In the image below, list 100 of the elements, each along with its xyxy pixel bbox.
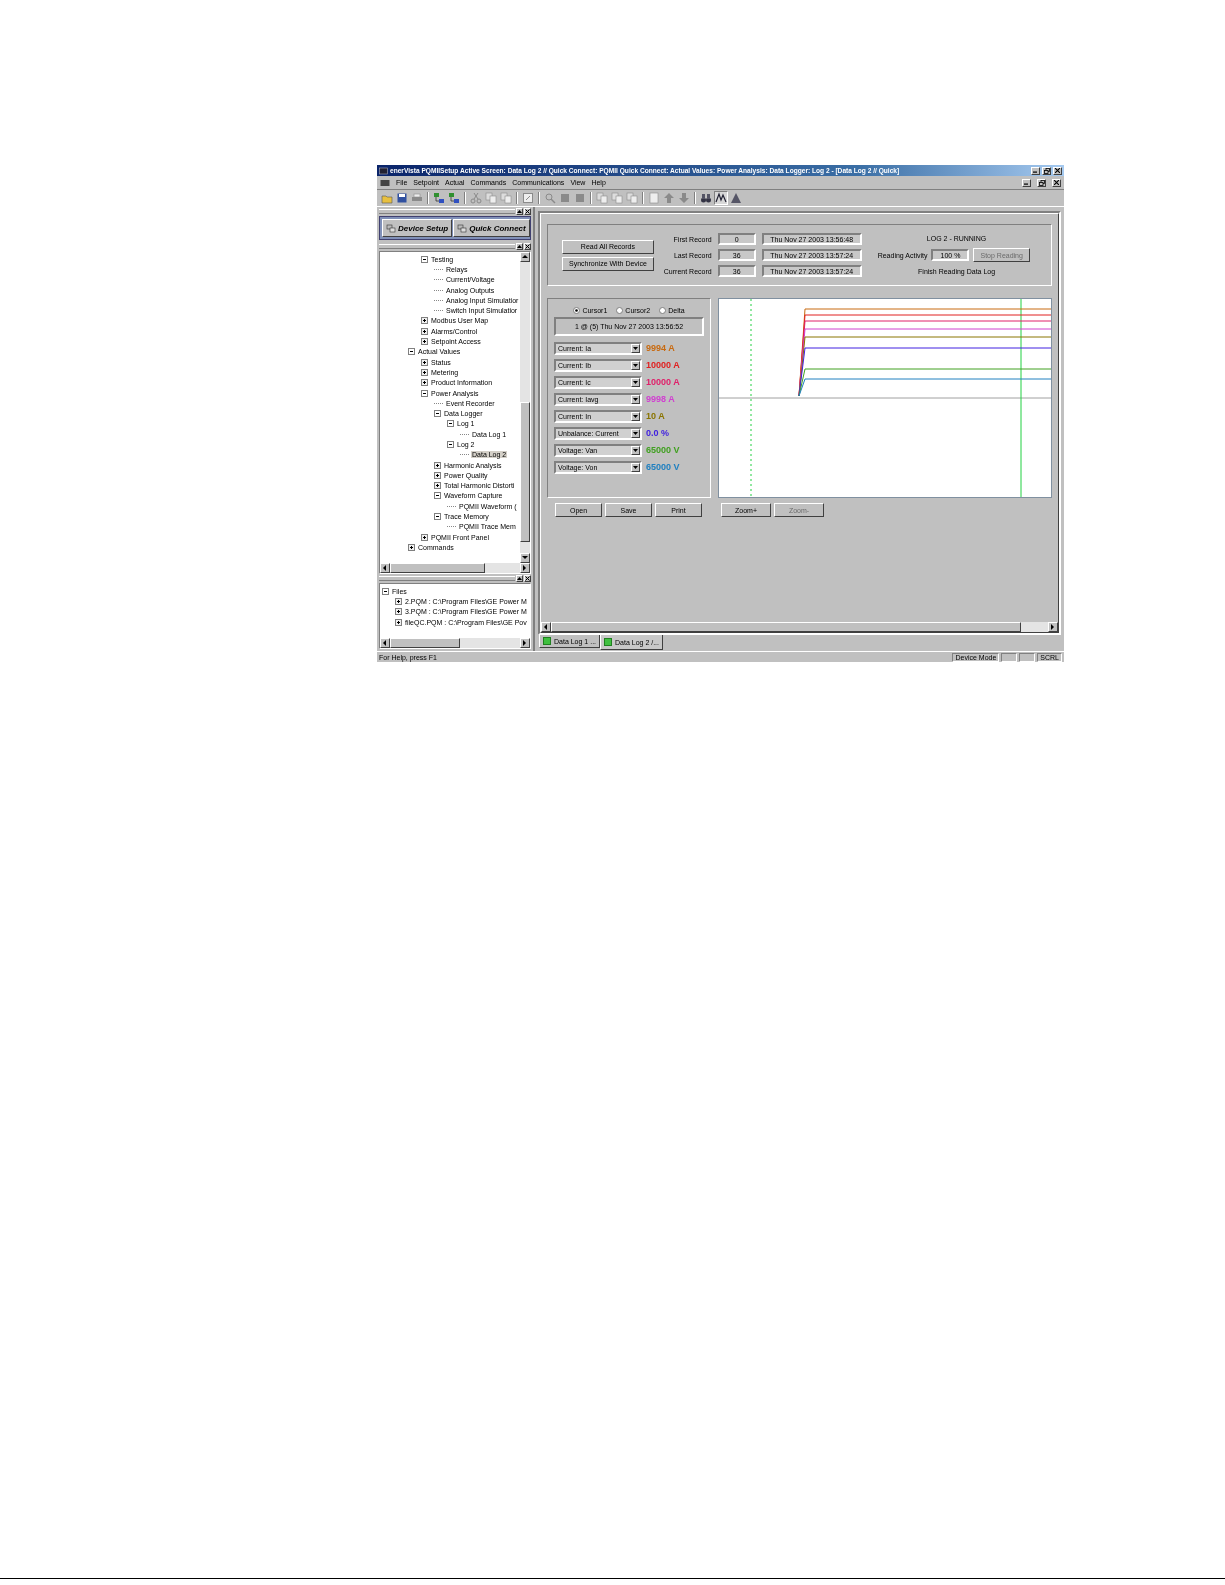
arrow-icon [521,253,529,261]
radio-icon[interactable] [616,307,624,314]
tree-toggle-icon[interactable] [408,543,415,551]
scroll-button[interactable] [1048,622,1058,632]
tree-toggle-icon[interactable] [447,420,454,428]
document-icon [543,637,551,645]
down-arrow-icon [678,192,690,204]
pages-icon [626,192,638,204]
arrow-icon [381,564,389,572]
scroll-button[interactable] [520,563,530,573]
horizontal-scrollbar[interactable] [380,638,530,648]
toolbar-button[interactable] [395,191,409,205]
close-icon [1055,168,1060,173]
tree-toggle-icon[interactable] [421,327,428,335]
arrow-icon [381,639,389,647]
horizontal-scrollbar[interactable] [380,563,530,573]
close-button[interactable] [524,208,531,215]
square-icon [574,192,586,204]
tree-toggle-icon[interactable] [447,441,454,448]
close-icon [525,576,530,581]
triangle-icon [730,192,742,204]
tree-toggle-icon[interactable] [395,608,402,616]
scroll-button[interactable] [380,563,390,573]
scroll-button[interactable] [541,622,551,632]
tree-toggle-icon[interactable] [421,389,428,397]
document-icon [380,178,390,187]
tree-toggle-icon[interactable] [434,513,441,521]
close-button[interactable] [524,243,531,250]
close-button[interactable] [524,575,531,582]
tree-toggle-icon[interactable] [434,471,441,479]
tree-toggle-icon[interactable] [421,379,428,387]
scroll-button[interactable] [380,638,390,648]
network-icon [448,192,460,204]
caret-icon [517,577,522,580]
devices-icon [386,223,396,233]
restore-icon [1043,167,1050,174]
tree-toggle-icon[interactable] [421,317,428,325]
caret-icon [517,210,522,213]
tree-toggle-icon[interactable] [434,461,441,469]
scroll-button[interactable] [520,252,530,262]
window-icon [522,192,534,204]
magnifier-icon [544,192,556,204]
network-icon [433,192,445,204]
caret-icon [633,414,638,418]
pane-toggle-button[interactable] [516,208,523,215]
tree-toggle-icon[interactable] [421,338,428,345]
toolbar-button[interactable]: Quick Connect [453,219,530,237]
vertical-scrollbar[interactable] [520,252,530,563]
tree-toggle-icon[interactable] [434,410,441,418]
channel-value: 65000 V [646,445,680,455]
tree-toggle-icon[interactable] [395,597,402,605]
tree-toggle-icon[interactable] [434,482,441,490]
restore-button[interactable] [1037,178,1046,187]
channel-value: 10000 A [646,360,680,370]
scroll-button[interactable] [520,553,530,563]
restore-button[interactable] [1042,166,1051,175]
pane-toggle-button[interactable] [516,243,523,250]
tree-toggle-icon[interactable] [421,368,428,376]
scroll-thumb[interactable] [390,638,460,648]
caret-icon [517,245,522,248]
minimize-button[interactable] [1031,166,1040,175]
scissors-icon [470,192,482,204]
tree-toggle-icon[interactable] [421,358,428,366]
tree-toggle-icon[interactable] [421,255,428,263]
tree-toggle-icon[interactable] [434,492,441,500]
printer-icon [411,192,423,204]
close-icon [525,244,530,249]
toolbar-button[interactable]: Device Setup [382,219,453,237]
app-icon [379,166,388,175]
minimize-button[interactable] [1022,178,1031,187]
scroll-button[interactable] [520,638,530,648]
tree-toggle-icon[interactable] [408,348,415,356]
arrow-icon [542,623,550,631]
restore-icon [1038,179,1045,186]
caret-icon [633,431,638,435]
toolbar-button[interactable] [714,191,728,205]
pages-icon [596,192,608,204]
tree-toggle-icon[interactable] [382,587,389,595]
pages-icon [500,192,512,204]
up-arrow-icon [663,192,675,204]
binoculars-icon [700,192,712,204]
tree-toggle-icon[interactable] [395,618,402,626]
scroll-thumb[interactable] [390,563,485,573]
caret-icon [633,380,638,384]
document-icon [604,638,613,646]
toolbar-button[interactable] [699,191,713,205]
pane-toggle-button[interactable] [516,575,523,582]
channel-value: 10000 A [646,377,680,387]
tree-toggle-icon[interactable] [421,533,428,541]
scroll-thumb[interactable] [520,402,530,542]
radio-icon[interactable] [573,307,581,314]
caret-icon [633,448,638,452]
channel-value: 0.0 % [646,428,669,438]
pages-icon [611,192,623,204]
channel-value: 65000 V [646,462,680,472]
radio-icon[interactable] [659,307,667,314]
close-icon [525,209,530,214]
square-icon [559,192,571,204]
status-pane [1001,652,1018,662]
close-icon [1054,180,1059,185]
